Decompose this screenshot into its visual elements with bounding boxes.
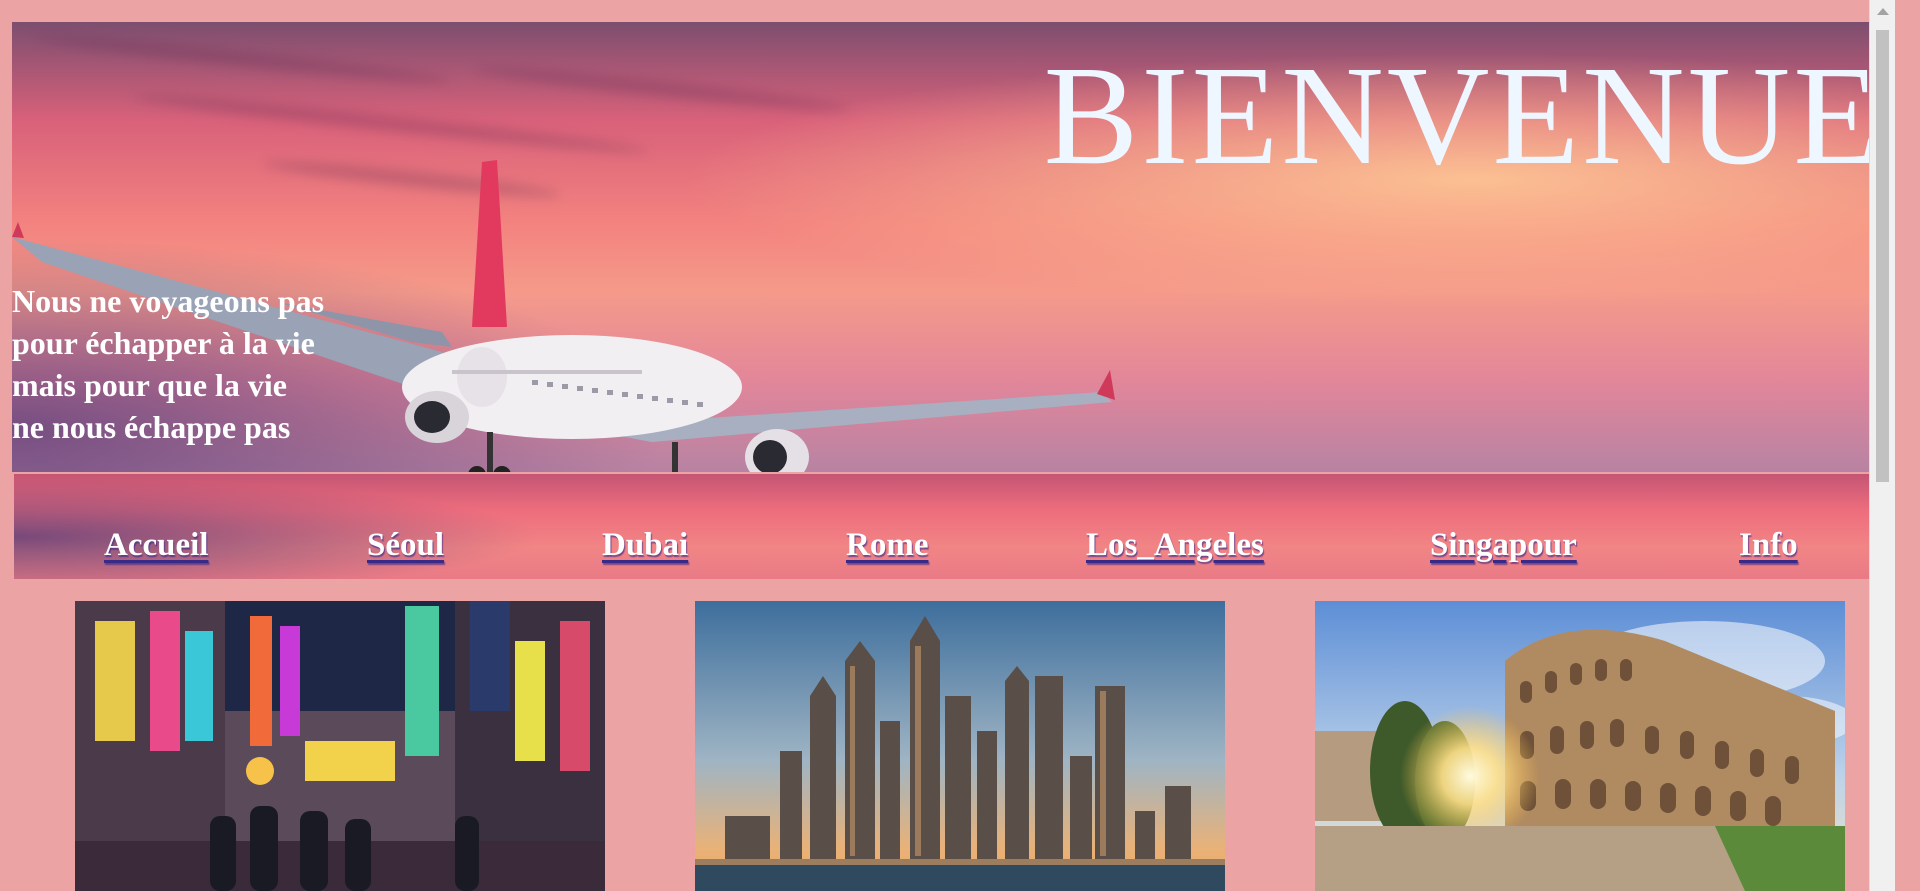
nav-link-dubai[interactable]: Dubai — [602, 527, 688, 564]
nav-link-singapour[interactable]: Singapour — [1430, 527, 1577, 564]
rome-colosseum-image[interactable] — [1315, 601, 1845, 891]
scroll-up-icon[interactable] — [1877, 8, 1889, 15]
hero-banner: BIENVENUE Nous ne voyageons pas pour éch… — [12, 22, 1883, 472]
nav-link-seoul[interactable]: Séoul — [367, 527, 444, 564]
quote-line: mais pour que la vie — [12, 367, 287, 403]
nav-link-rome[interactable]: Rome — [846, 527, 928, 564]
page-title: BIENVENUE — [1043, 36, 1883, 194]
scrollbar-thumb[interactable] — [1876, 30, 1889, 482]
nav-link-info[interactable]: Info — [1739, 527, 1798, 564]
quote-line: Nous ne voyageons pas — [12, 283, 325, 319]
main-nav: Accueil Séoul Dubai Rome Los_Angeles Sin… — [14, 474, 1883, 579]
page: BIENVENUE Nous ne voyageons pas pour éch… — [0, 0, 1895, 891]
hero-quote: Nous ne voyageons pas pour échapper à la… — [12, 280, 324, 448]
quote-line: pour échapper à la vie — [12, 325, 315, 361]
dubai-skyline-image[interactable] — [695, 601, 1225, 891]
quote-line: ne nous échappe pas — [12, 409, 291, 445]
vertical-scrollbar[interactable] — [1869, 0, 1895, 891]
nav-link-los-angeles[interactable]: Los_Angeles — [1086, 527, 1264, 564]
nav-link-accueil[interactable]: Accueil — [104, 527, 208, 564]
seoul-street-night-image[interactable] — [75, 601, 605, 891]
